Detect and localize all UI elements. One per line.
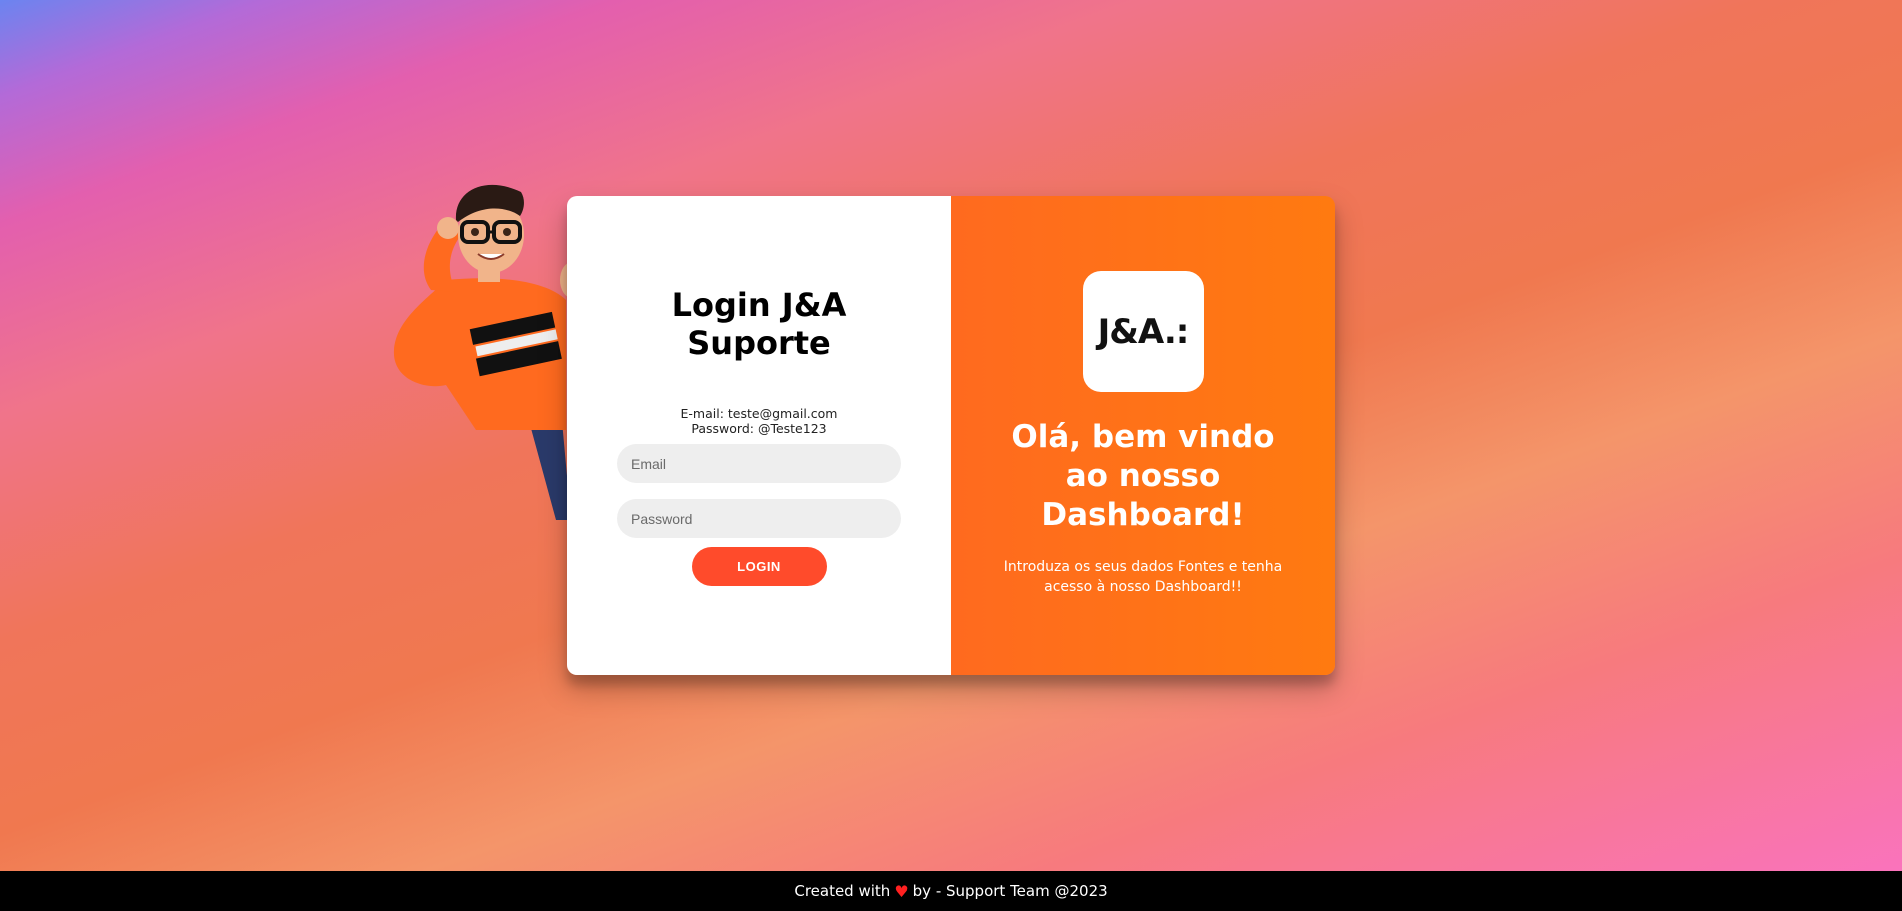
welcome-subtext: Introduza os seus dados Fontes e tenha a… xyxy=(1003,559,1283,595)
login-panel: Login J&A Suporte E-mail: teste@gmail.co… xyxy=(567,196,951,675)
welcome-heading: Olá, bem vindo ao nosso Dashboard! xyxy=(1011,419,1275,533)
login-card: Login J&A Suporte E-mail: teste@gmail.co… xyxy=(567,196,1335,675)
hint-email: E-mail: teste@gmail.com xyxy=(680,406,838,421)
password-input[interactable] xyxy=(617,499,901,538)
mascot-figure xyxy=(393,184,584,520)
email-input[interactable] xyxy=(617,444,901,483)
brand-logo: J&A.: xyxy=(1082,271,1204,392)
heart-icon: ♥ xyxy=(894,881,909,901)
login-button[interactable]: LOGIN xyxy=(691,547,827,586)
footer-suffix: by - Support Team @2023 xyxy=(912,882,1108,900)
login-title: Login J&A Suporte xyxy=(671,286,847,362)
welcome-panel: J&A.: Olá, bem vindo ao nosso Dashboard!… xyxy=(951,196,1335,675)
page-footer: Created with ♥ by - Support Team @2023 xyxy=(0,871,1902,911)
mascot-illustration xyxy=(386,180,586,540)
footer-prefix: Created with xyxy=(794,882,891,900)
hint-password: Password: @Teste123 xyxy=(691,421,827,436)
credentials-hint: E-mail: teste@gmail.com Password: @Teste… xyxy=(681,406,838,436)
logo-text: J&A.: xyxy=(1097,311,1190,352)
